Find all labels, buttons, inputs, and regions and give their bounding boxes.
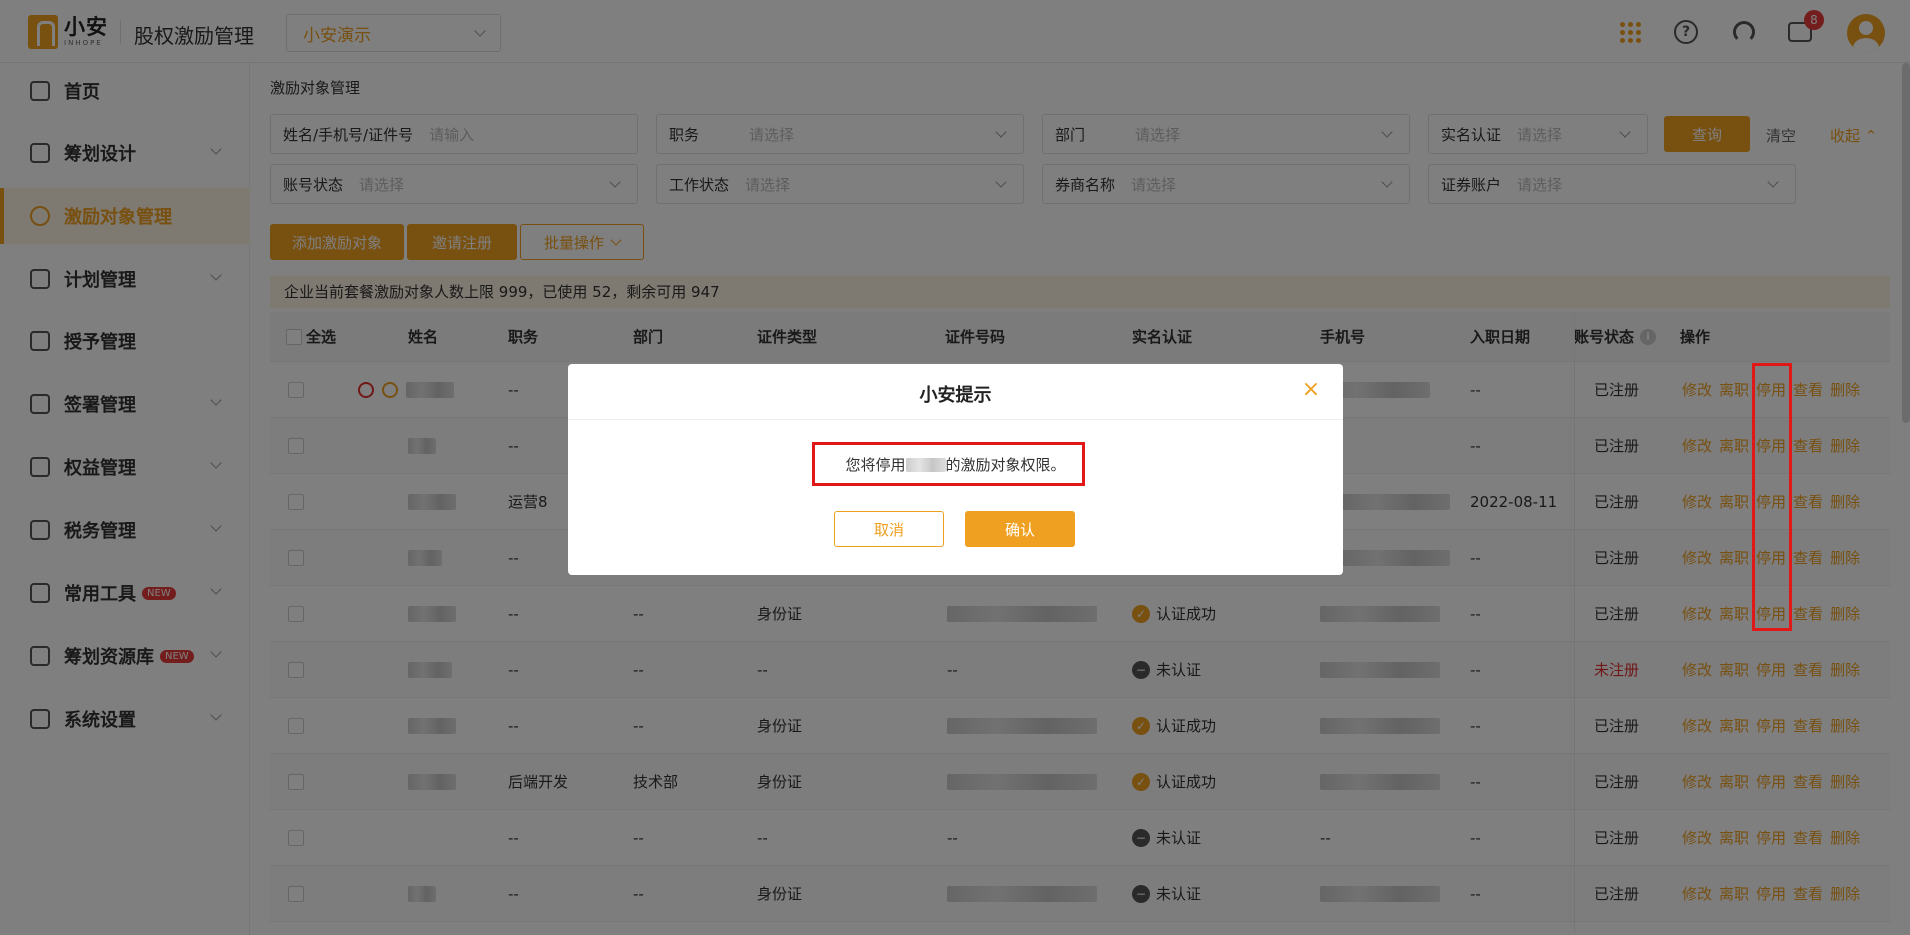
confirm-dialog: 小安提示 × 您将停用 的激励对象权限。 取消 确认: [568, 364, 1343, 575]
highlight-disable-column: [1752, 363, 1792, 631]
dialog-title: 小安提示: [919, 385, 992, 406]
confirm-button[interactable]: 确认: [965, 511, 1075, 547]
highlight-message: [812, 442, 1085, 486]
cancel-button[interactable]: 取消: [834, 511, 944, 547]
dialog-header: 小安提示 ×: [568, 364, 1343, 420]
close-icon[interactable]: ×: [1301, 379, 1321, 401]
